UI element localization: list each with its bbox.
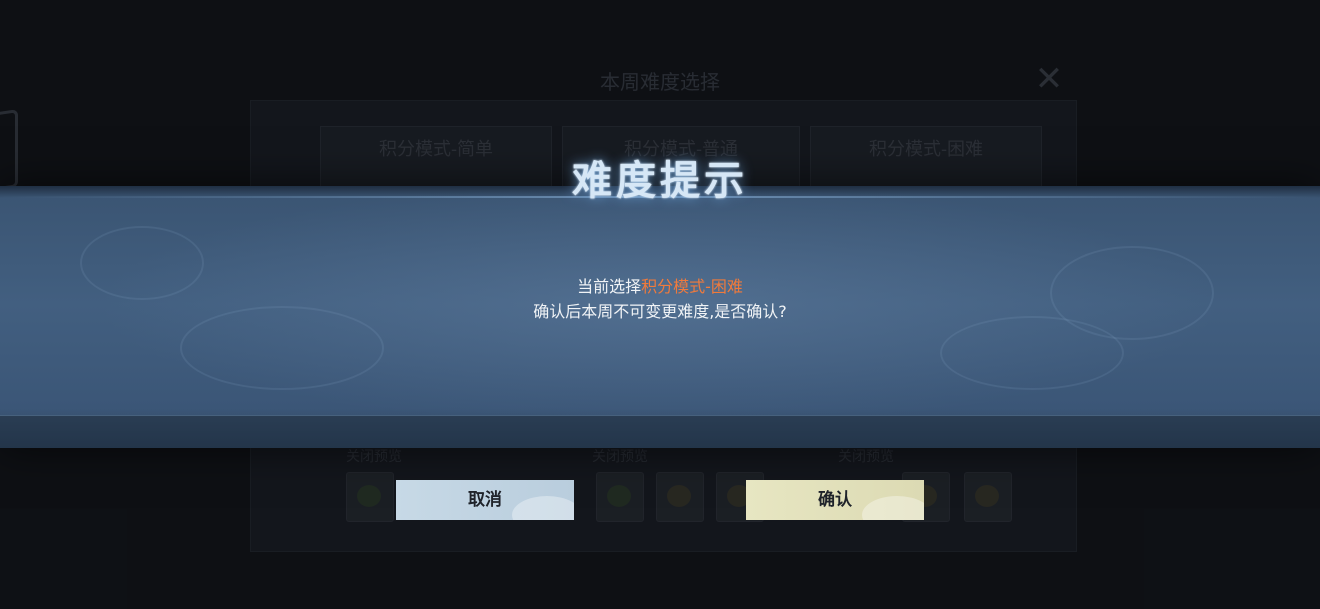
cloud-ornament	[940, 316, 1124, 390]
selected-difficulty: 积分模式-困难	[641, 277, 743, 296]
button-cloud-ornament	[862, 496, 924, 520]
message-prefix: 当前选择	[577, 277, 642, 296]
confirm-warning-message: 确认后本周不可变更难度,是否确认?	[533, 302, 787, 321]
cancel-button[interactable]: 取消	[396, 480, 574, 520]
confirm-button-label: 确认	[818, 490, 852, 510]
selection-message: 当前选择积分模式-困难	[0, 273, 1320, 297]
banner-bottom-strip	[0, 415, 1320, 448]
cancel-button-label: 取消	[468, 490, 502, 510]
dialog-title: 难度提示	[572, 157, 748, 204]
confirm-button[interactable]: 确认	[746, 480, 924, 520]
button-cloud-ornament	[512, 496, 574, 520]
